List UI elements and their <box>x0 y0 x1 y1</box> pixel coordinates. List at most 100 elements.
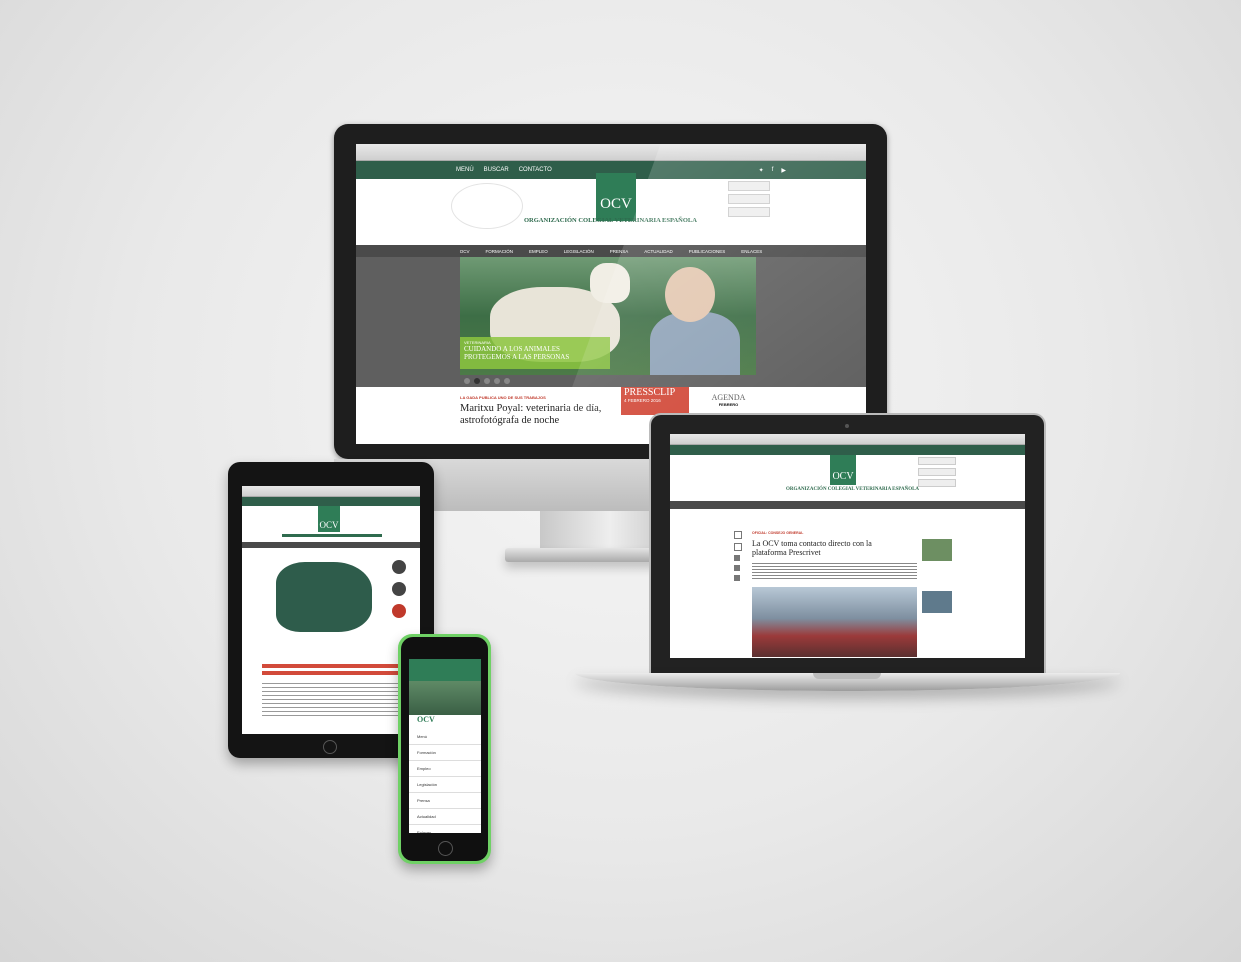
phone-menu-item[interactable]: Empleo <box>409 761 481 777</box>
brand-area: OCV <box>242 506 420 542</box>
search-link[interactable]: BUSCAR <box>484 167 509 173</box>
desktop-screen: MENÚ BUSCAR CONTACTO ✦ f ▶ OCV ORGANIZAC… <box>356 144 866 444</box>
hero-band: VETERINARIA CUIDANDO A LOS ANIMALES PROT… <box>356 257 866 387</box>
slider-dot[interactable] <box>464 378 470 384</box>
slider-dot[interactable] <box>474 378 480 384</box>
org-name: ORGANIZACIÓN COLEGIAL VETERINARIA ESPAÑO… <box>786 487 920 492</box>
site-logo[interactable]: OCV <box>830 455 856 485</box>
desktop-monitor: MENÚ BUSCAR CONTACTO ✦ f ▶ OCV ORGANIZAC… <box>334 124 887 459</box>
hero-slide[interactable]: VETERINARIA CUIDANDO A LOS ANIMALES PROT… <box>460 257 756 375</box>
print-icon[interactable] <box>734 531 742 539</box>
site-topbar <box>242 497 420 506</box>
main-nav <box>670 501 1025 509</box>
tablet-home-button[interactable] <box>323 740 337 754</box>
map-icon[interactable] <box>392 560 406 574</box>
sidebar-thumb[interactable] <box>922 539 952 561</box>
org-name-bar <box>282 534 382 537</box>
phone-front: OCV Menú Formación Empleo Legislación Pr… <box>401 637 488 861</box>
side-buttons <box>728 181 770 217</box>
site-logo[interactable]: OCV <box>596 173 636 221</box>
phone-menu-item[interactable]: Prensa <box>409 793 481 809</box>
pressclip-date: 4 FEBRERO 2016 <box>624 398 661 403</box>
nav-item[interactable]: ENLACES <box>741 249 762 254</box>
phone-menu-item[interactable]: Enlaces <box>409 825 481 833</box>
side-button[interactable] <box>918 468 956 476</box>
contact-link[interactable]: CONTACTO <box>519 167 552 173</box>
share-icon[interactable] <box>734 543 742 551</box>
facebook-icon[interactable] <box>734 555 740 561</box>
nav-item[interactable]: EMPLEO <box>529 249 548 254</box>
article-body-lines <box>752 561 917 579</box>
article-photo <box>752 587 917 657</box>
article-kicker: OFICIAL: CONSEJO GENERAL <box>752 531 804 535</box>
pressclip-box[interactable]: PRESSCLIP 4 FEBRERO 2016 <box>621 387 689 415</box>
slider-dot[interactable] <box>494 378 500 384</box>
agenda-box[interactable]: AGENDA FEBRERO <box>701 393 756 407</box>
article-kicker: LA GADA PUBLICA UNO DE SUS TRABAJOS <box>460 395 546 400</box>
tablet-screen: OCV <box>242 486 420 734</box>
info-bar <box>262 664 400 668</box>
sidebar-thumb[interactable] <box>922 591 952 613</box>
social-links: ✦ f ▶ <box>759 167 786 174</box>
side-button[interactable] <box>728 181 770 191</box>
side-button[interactable] <box>918 479 956 487</box>
agenda-month: FEBRERO <box>718 402 739 407</box>
nav-item[interactable]: LEGISLACIÓN <box>564 249 594 254</box>
smartphone: OCV Menú Formación Empleo Legislación Pr… <box>398 634 491 864</box>
nav-item[interactable]: PUBLICACIONES <box>689 249 726 254</box>
main-nav: OCV FORMACIÓN EMPLEO LEGISLACIÓN PRENSA … <box>356 245 866 257</box>
spain-map[interactable] <box>276 562 372 632</box>
phone-menu-item[interactable]: Actualidad <box>409 809 481 825</box>
phone-menu-item[interactable]: Formación <box>409 745 481 761</box>
menu-link[interactable]: MENÚ <box>456 167 474 173</box>
side-button[interactable] <box>918 457 956 465</box>
article-title-line1: La OCV toma contacto directo con la <box>752 539 872 548</box>
phone-logo[interactable]: OCV <box>409 715 481 729</box>
site-logo[interactable]: OCV <box>318 506 340 532</box>
info-lines <box>262 680 400 716</box>
pressclip-title: PRESSCLIP <box>624 387 676 398</box>
sheep-head <box>590 263 630 303</box>
article-title[interactable]: Maritxu Poyal: veterinaria de día, astro… <box>460 403 601 427</box>
laptop-notch <box>813 673 881 679</box>
hero-title-line1: CUIDANDO A LOS ANIMALES <box>464 345 560 353</box>
slider-dots <box>464 378 510 384</box>
nav-item[interactable]: ACTUALIDAD <box>644 249 673 254</box>
phone-screen: OCV Menú Formación Empleo Legislación Pr… <box>409 659 481 833</box>
side-button[interactable] <box>728 194 770 204</box>
laptop: OCV ORGANIZACIÓN COLEGIAL VETERINARIA ES… <box>651 415 1044 673</box>
phone-menu-item[interactable]: Menú <box>409 729 481 745</box>
phone-home-button[interactable] <box>438 841 453 856</box>
brand-area: OCV ORGANIZACIÓN COLEGIAL VETERINARIA ES… <box>356 173 866 229</box>
twitter-icon[interactable]: ✦ <box>759 167 764 174</box>
map-icon[interactable] <box>392 582 406 596</box>
phone-header <box>409 659 481 681</box>
article-area: OFICIAL: CONSEJO GENERAL La OCV toma con… <box>670 509 1025 658</box>
phone-photo <box>409 681 481 715</box>
side-buttons <box>918 457 956 487</box>
share-icons <box>734 531 742 581</box>
article-title: La OCV toma contacto directo con la plat… <box>752 539 872 557</box>
facebook-icon[interactable]: f <box>772 167 774 174</box>
nav-item[interactable]: OCV <box>460 249 470 254</box>
slider-dot[interactable] <box>504 378 510 384</box>
site-topbar <box>670 445 1025 455</box>
nav-item[interactable]: FORMACIÓN <box>485 249 513 254</box>
slider-dot[interactable] <box>484 378 490 384</box>
phone-menu-item[interactable]: Legislación <box>409 777 481 793</box>
youtube-icon[interactable]: ▶ <box>781 167 786 174</box>
article-title-line1: Maritxu Poyal: veterinaria de día, <box>460 403 602 414</box>
info-bar <box>262 671 400 675</box>
laptop-screen: OCV ORGANIZACIÓN COLEGIAL VETERINARIA ES… <box>670 434 1025 658</box>
side-button[interactable] <box>728 207 770 217</box>
map-icon[interactable] <box>392 604 406 618</box>
linkedin-icon[interactable] <box>734 575 740 581</box>
browser-chrome <box>670 434 1025 445</box>
article-title-line2: plataforma Prescrivet <box>752 548 821 557</box>
logo-watermark <box>451 183 523 229</box>
agenda-title: AGENDA <box>711 393 746 402</box>
nav-item[interactable]: PRENSA <box>610 249 629 254</box>
twitter-icon[interactable] <box>734 565 740 571</box>
browser-chrome <box>242 486 420 497</box>
hero-caption: VETERINARIA CUIDANDO A LOS ANIMALES PROT… <box>460 337 610 369</box>
